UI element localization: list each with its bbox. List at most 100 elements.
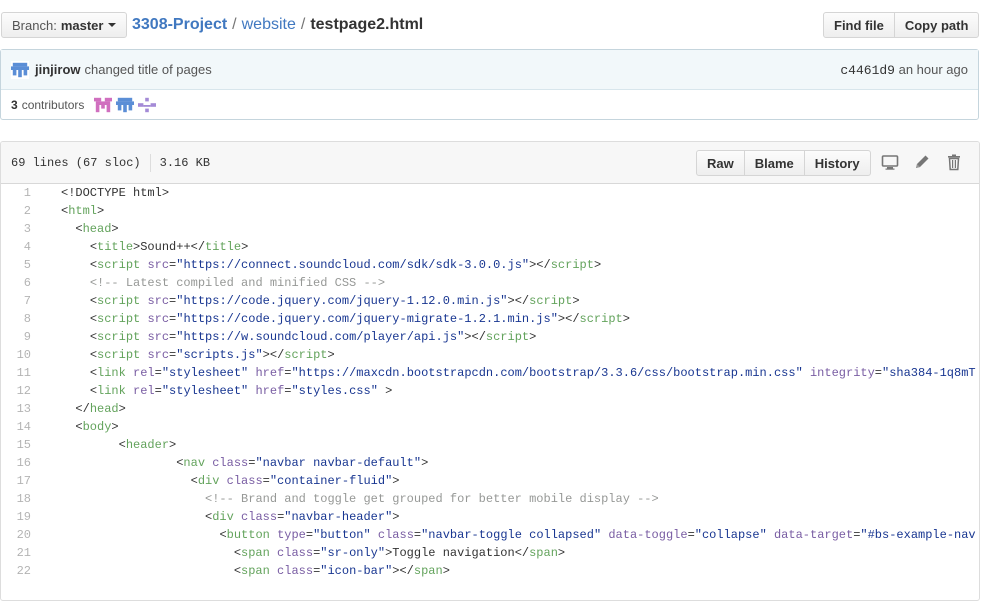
line-number[interactable]: 22 xyxy=(1,562,41,580)
line-number[interactable]: 16 xyxy=(1,454,41,472)
file-info: 69 lines (67 sloc) 3.16 KB xyxy=(11,153,210,172)
code-token: </ xyxy=(75,402,90,416)
code-line: 22 <span class="icon-bar"></span> xyxy=(1,562,979,580)
commit-header: jinjirow changed title of pages c4461d9 … xyxy=(1,50,978,90)
code-token: html xyxy=(68,204,98,218)
code-token: = xyxy=(874,366,882,380)
code-token: < xyxy=(89,348,98,362)
copy-path-button[interactable]: Copy path xyxy=(893,12,980,38)
code-line: 12 <link rel="stylesheet" href="styles.c… xyxy=(1,382,979,400)
desktop-icon[interactable] xyxy=(881,153,899,171)
line-number[interactable]: 18 xyxy=(1,490,41,508)
line-number[interactable]: 17 xyxy=(1,472,41,490)
line-number[interactable]: 4 xyxy=(1,238,41,256)
line-number[interactable]: 21 xyxy=(1,544,41,562)
breadcrumb-repo-link[interactable]: 3308-Project xyxy=(132,16,227,33)
line-number[interactable]: 5 xyxy=(1,256,41,274)
commit-message-link[interactable]: changed title of pages xyxy=(85,62,212,77)
line-code: <link rel="stylesheet" href="styles.css"… xyxy=(41,382,979,400)
file-info-divider xyxy=(149,153,151,172)
code-token: body xyxy=(82,420,112,434)
branch-select-button[interactable]: Branch: master xyxy=(1,12,128,38)
code-token: < xyxy=(89,384,98,398)
pencil-icon[interactable] xyxy=(913,153,931,171)
file-icon-actions xyxy=(881,153,963,171)
raw-button[interactable]: Raw xyxy=(696,150,745,176)
history-button[interactable]: History xyxy=(803,150,871,176)
line-code: <span class="icon-bar"></span> xyxy=(41,562,979,580)
line-number[interactable]: 10 xyxy=(1,346,41,364)
code-token: "#bs-example-nav xyxy=(860,528,976,542)
code-line: 5 <script src="https://connect.soundclou… xyxy=(1,256,979,274)
line-number[interactable]: 2 xyxy=(1,202,41,220)
line-number[interactable]: 19 xyxy=(1,508,41,526)
line-number[interactable]: 20 xyxy=(1,526,41,544)
code-token: src xyxy=(147,294,170,308)
breadcrumb-separator: / xyxy=(300,16,306,33)
code-line: 11 <link rel="stylesheet" href="https://… xyxy=(1,364,979,382)
line-number[interactable]: 12 xyxy=(1,382,41,400)
contributor-avatar[interactable] xyxy=(116,96,135,114)
code-token: > xyxy=(327,348,335,362)
line-code: <script src="scripts.js"></script> xyxy=(41,346,979,364)
contributors-row[interactable]: 3 contributors xyxy=(1,90,978,120)
blame-button[interactable]: Blame xyxy=(743,150,805,176)
code-token: link xyxy=(97,384,126,398)
code-token: ></ xyxy=(392,564,414,578)
line-code: <!-- Latest compiled and minified CSS --… xyxy=(41,274,979,292)
code-token: < xyxy=(89,294,98,308)
commit-sha-link[interactable]: c4461d9 xyxy=(840,63,895,78)
code-token: span xyxy=(241,564,270,578)
branch-name: master xyxy=(60,17,104,33)
code-line: 15 <header> xyxy=(1,436,979,454)
code-token: "https://maxcdn.bootstrapcdn.com/bootstr… xyxy=(291,366,803,380)
line-code: <nav class="navbar navbar-default"> xyxy=(41,454,979,472)
find-file-button[interactable]: Find file xyxy=(823,12,895,38)
line-number[interactable]: 14 xyxy=(1,418,41,436)
code-line: 3 <head> xyxy=(1,220,979,238)
trash-icon[interactable] xyxy=(945,153,963,171)
author-avatar[interactable] xyxy=(11,60,29,79)
code-line: 16 <nav class="navbar navbar-default"> xyxy=(1,454,979,472)
code-token: script xyxy=(579,312,623,326)
line-number[interactable]: 3 xyxy=(1,220,41,238)
code-token: src xyxy=(147,312,170,326)
line-number[interactable]: 9 xyxy=(1,328,41,346)
code-line: 18 <!-- Brand and toggle get grouped for… xyxy=(1,490,979,508)
code-token: rel xyxy=(133,384,155,398)
breadcrumb-file-name: testpage2.html xyxy=(310,16,424,33)
code-token: src xyxy=(147,348,170,362)
line-number[interactable]: 15 xyxy=(1,436,41,454)
line-number[interactable]: 1 xyxy=(1,184,41,202)
code-token: ></ xyxy=(262,348,285,362)
line-number[interactable]: 8 xyxy=(1,310,41,328)
branch-label: Branch: xyxy=(12,17,57,33)
code-line: 7 <script src="https://code.jquery.com/j… xyxy=(1,292,979,310)
code-token: < xyxy=(190,474,198,488)
breadcrumb-dir-link[interactable]: website xyxy=(242,16,296,33)
code-token: < xyxy=(118,438,126,452)
contributor-avatar[interactable] xyxy=(94,96,113,114)
code-token: > xyxy=(241,240,249,254)
line-number[interactable]: 11 xyxy=(1,364,41,382)
code-token: > xyxy=(421,456,429,470)
code-token: class xyxy=(212,456,249,470)
commit-author-link[interactable]: jinjirow xyxy=(35,62,81,77)
line-number[interactable]: 13 xyxy=(1,400,41,418)
code-token: script xyxy=(97,294,141,308)
contributor-avatar[interactable] xyxy=(138,96,157,114)
code-token: ></ xyxy=(529,258,551,272)
line-number[interactable]: 7 xyxy=(1,292,41,310)
code-token: < xyxy=(89,366,98,380)
code-token: nav xyxy=(183,456,206,470)
code-token: > xyxy=(572,294,580,308)
code-token: "stylesheet" xyxy=(161,366,249,380)
code-token: > xyxy=(557,546,566,560)
commit-meta: c4461d9 an hour ago xyxy=(840,62,968,78)
code-token: > xyxy=(111,222,119,236)
code-token: > xyxy=(169,438,177,452)
line-number[interactable]: 6 xyxy=(1,274,41,292)
